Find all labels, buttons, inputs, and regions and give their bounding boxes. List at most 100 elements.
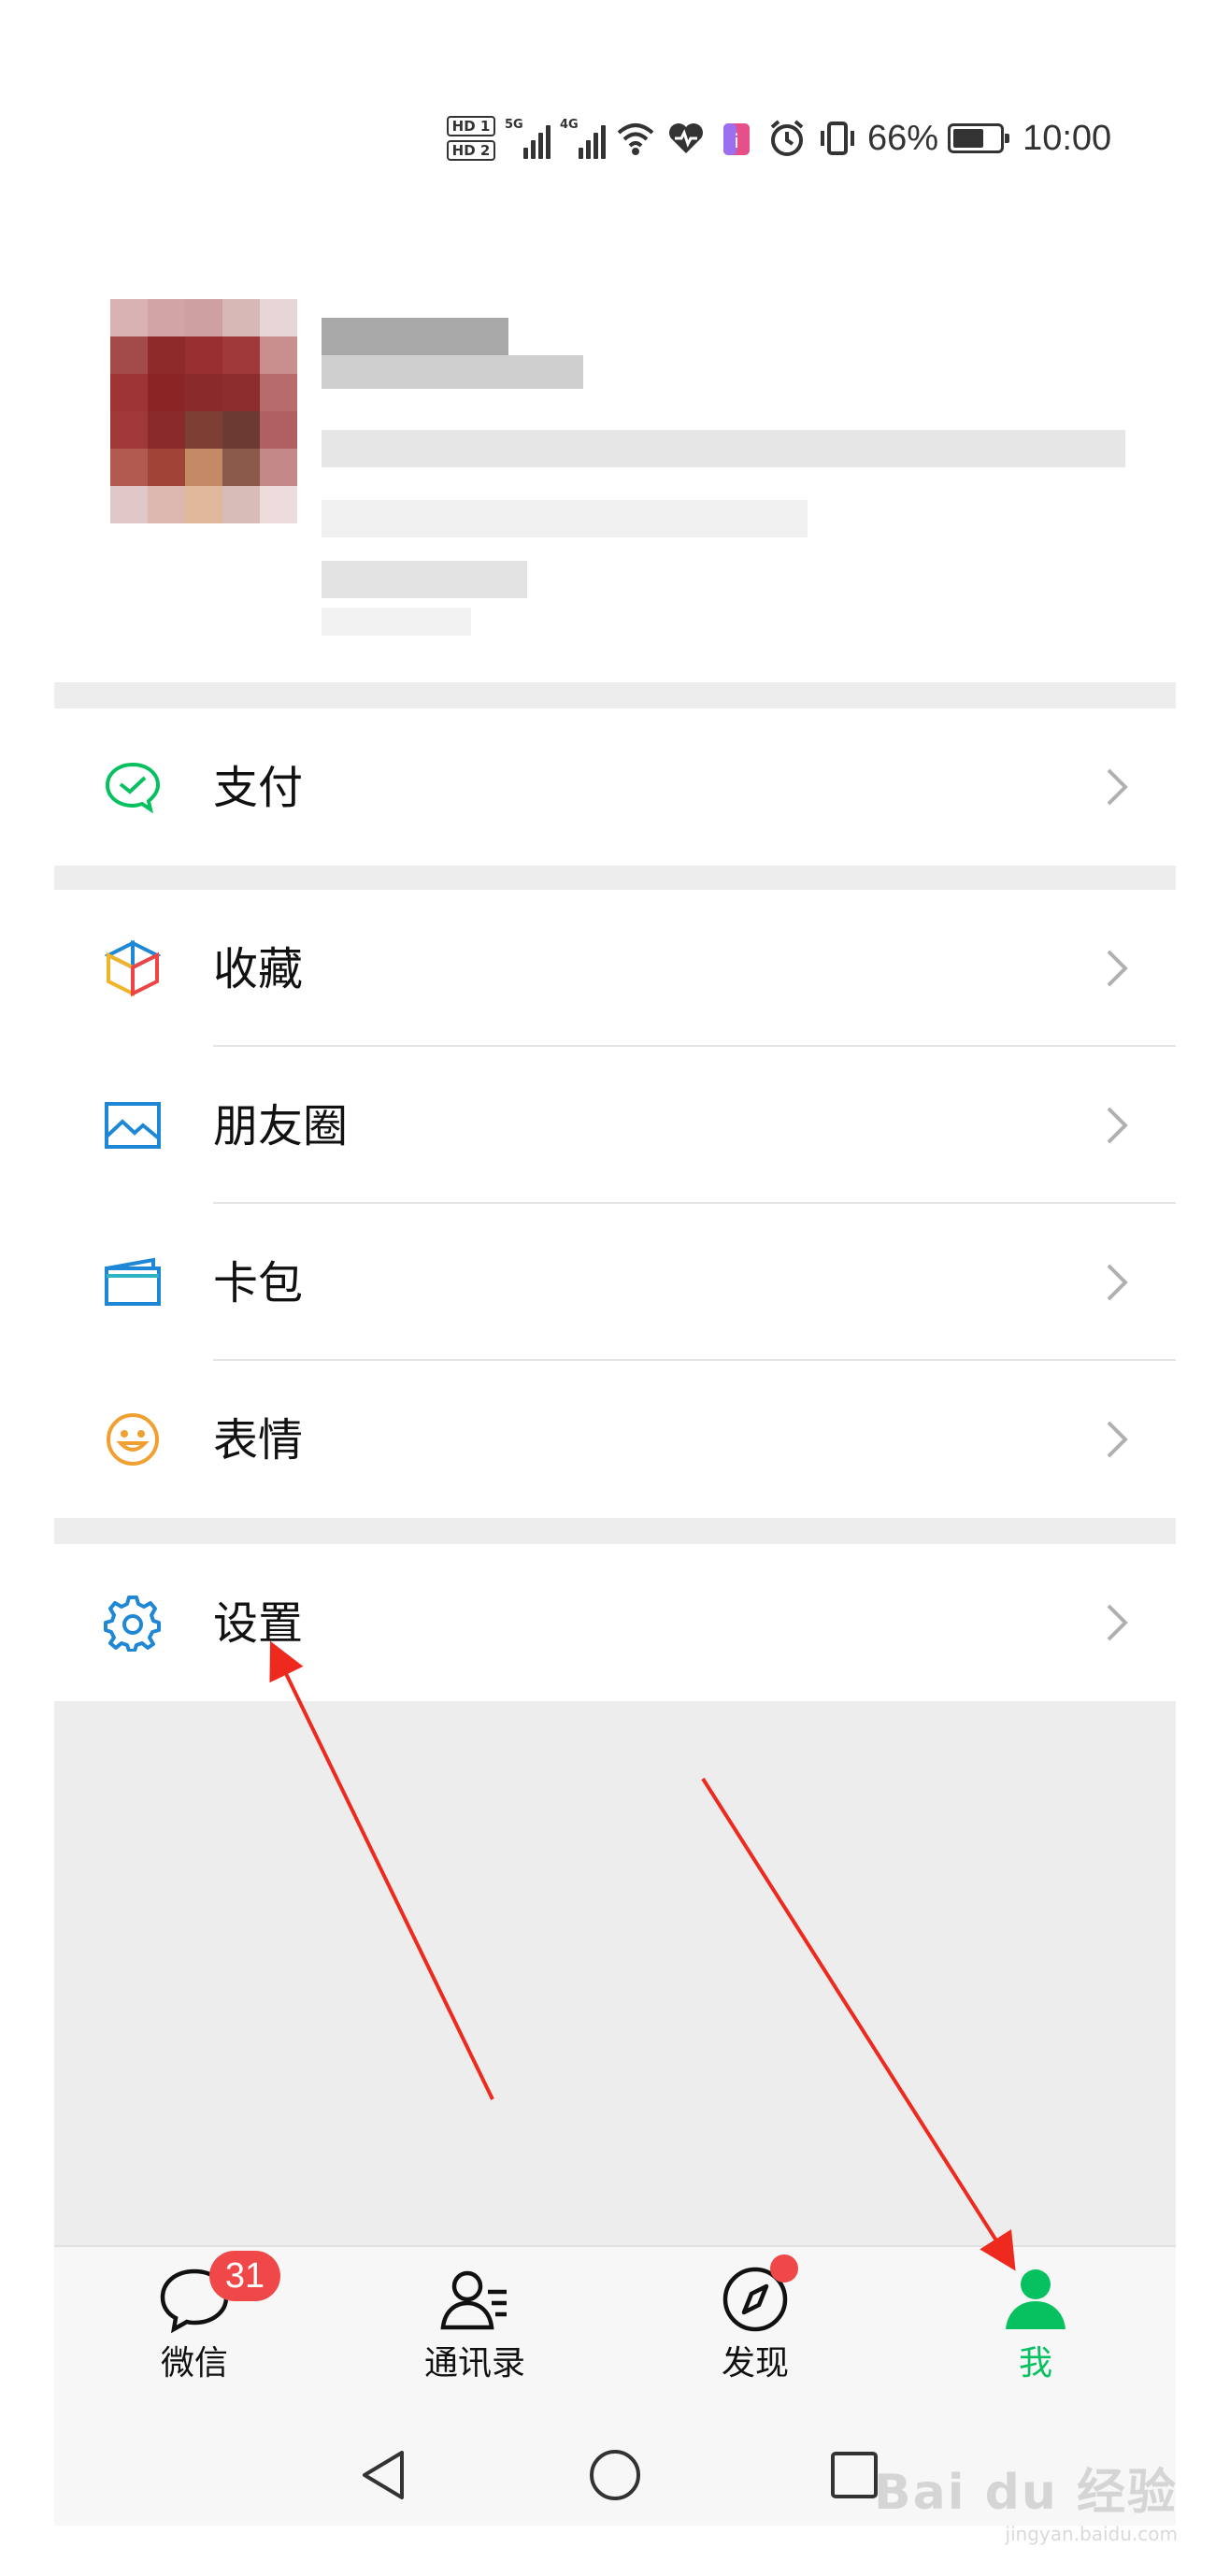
avatar-pixel [185,449,222,486]
wifi-icon [615,118,656,159]
avatar-pixel [222,449,260,486]
battery-percent: 66% [867,118,939,158]
menu-item-settings[interactable]: 设置 [54,1544,1176,1701]
sticker-smile-icon [103,1411,163,1467]
signal-4g-icon: 4G [560,118,606,159]
menu-label-settings: 设置 [213,1597,304,1650]
vibrate-icon [817,118,858,159]
avatar-pixel [148,299,185,336]
menu-item-stickers[interactable]: 表情 [54,1361,1176,1518]
menu-label-favorites: 收藏 [213,943,304,995]
avatar-pixel [148,374,185,411]
tab-contacts[interactable]: 通讯录 [400,2264,550,2413]
chevron-right-icon [1103,1600,1131,1645]
tab-label-contacts: 通讯录 [423,2344,525,2383]
tab-discover[interactable]: 发现 [680,2254,830,2413]
avatar[interactable] [110,299,297,523]
tab-label-discover: 发现 [721,2344,789,2383]
menu-item-moments[interactable]: 朋友圈 [54,1047,1176,1204]
contacts-icon [437,2264,512,2339]
favorites-cube-icon [103,939,163,997]
section-pay: 支付 [54,708,1176,866]
avatar-pixel [260,299,297,336]
avatar-pixel [148,336,185,374]
person-icon [998,2264,1073,2339]
baidu-jingyan-watermark: Bai du 经验 jingyan.baidu.com [874,2453,1178,2565]
avatar-pixel [185,299,222,336]
status-blurred [322,500,808,537]
back-triangle-icon[interactable] [353,2445,413,2505]
avatar-pixel [260,411,297,449]
settings-gear-icon [103,1595,163,1652]
chevron-right-icon [1103,1417,1131,1462]
svg-text:i: i [734,130,739,152]
status-blurred-3 [322,608,471,636]
compass-icon [718,2254,798,2339]
menu-item-pay[interactable]: 支付 [54,708,1176,866]
avatar-pixel [222,374,260,411]
avatar-pixel [110,411,148,449]
tab-label-me: 我 [1018,2344,1052,2383]
status-icons: HD 1 HD 2 5G 4G i 66% 10:00 [447,112,1111,165]
menu-label-stickers: 表情 [213,1414,304,1467]
avatar-pixel [185,336,222,374]
battery-fill [953,129,983,148]
avatar-pixel [260,486,297,523]
avatar-pixel [222,299,260,336]
avatar-pixel [260,374,297,411]
avatar-pixel [222,411,260,449]
avatar-pixel [110,336,148,374]
status-time: 10:00 [1023,118,1112,158]
tab-label-chats: 微信 [160,2344,228,2383]
avatar-pixel [148,411,185,449]
signal-4g-tag: 4G [560,118,579,132]
avatar-pixel [260,449,297,486]
avatar-pixel [110,299,148,336]
status-blurred-2 [322,561,527,598]
health-heart-icon [665,118,707,159]
battery-icon [948,123,1010,153]
hd-voice-badges: HD 1 HD 2 [447,116,495,161]
unread-badge: 31 [209,2251,280,2301]
avatar-pixel [222,336,260,374]
hd2-badge: HD 2 [447,140,495,161]
avatar-pixel [185,486,222,523]
section-settings: 设置 [54,1544,1176,1701]
menu-label-moments: 朋友圈 [213,1100,349,1152]
watermark-sub: jingyan.baidu.com [1005,2523,1178,2545]
bottom-tab-bar: 31 微信 通讯录 发现 我 [54,2245,1176,2423]
chevron-right-icon [1103,1103,1131,1148]
menu-item-favorites[interactable]: 收藏 [54,890,1176,1047]
avatar-pixel [185,374,222,411]
name-blurred [322,318,508,355]
chevron-right-icon [1103,1260,1131,1305]
chat-bubble-icon: 31 [157,2251,280,2339]
avatar-pixel [110,374,148,411]
watermark-main: Bai du 经验 [874,2465,1178,2521]
menu-label-pay: 支付 [213,762,304,814]
me-page-content: 支付 收藏 朋友圈 卡包 表情 设置 [54,682,1176,2245]
avatar-pixel [110,486,148,523]
section-features: 收藏 朋友圈 卡包 表情 [54,890,1176,1518]
avatar-pixel [148,449,185,486]
avatar-pixel [185,411,222,449]
signal-5g-icon: 5G [505,118,551,159]
discover-dot [770,2254,798,2283]
status-bar: HD 1 HD 2 5G 4G i 66% 10:00 [0,103,1230,168]
profile-header[interactable] [54,290,1176,682]
hd1-badge: HD 1 [447,116,495,136]
menu-item-cards[interactable]: 卡包 [54,1204,1176,1361]
chevron-right-icon [1103,946,1131,991]
tab-chats[interactable]: 31 微信 [120,2251,280,2413]
home-circle-icon[interactable] [585,2445,645,2505]
avatar-pixel [222,486,260,523]
tab-me[interactable]: 我 [961,2264,1110,2413]
card-wallet-icon [103,1254,163,1310]
wechat-pay-icon [103,759,163,815]
avatar-pixel [148,486,185,523]
alarm-icon [766,118,808,159]
signal-5g-tag: 5G [505,118,523,132]
menu-label-cards: 卡包 [213,1257,304,1309]
chevron-right-icon [1103,765,1131,809]
moments-picture-icon [103,1097,163,1153]
